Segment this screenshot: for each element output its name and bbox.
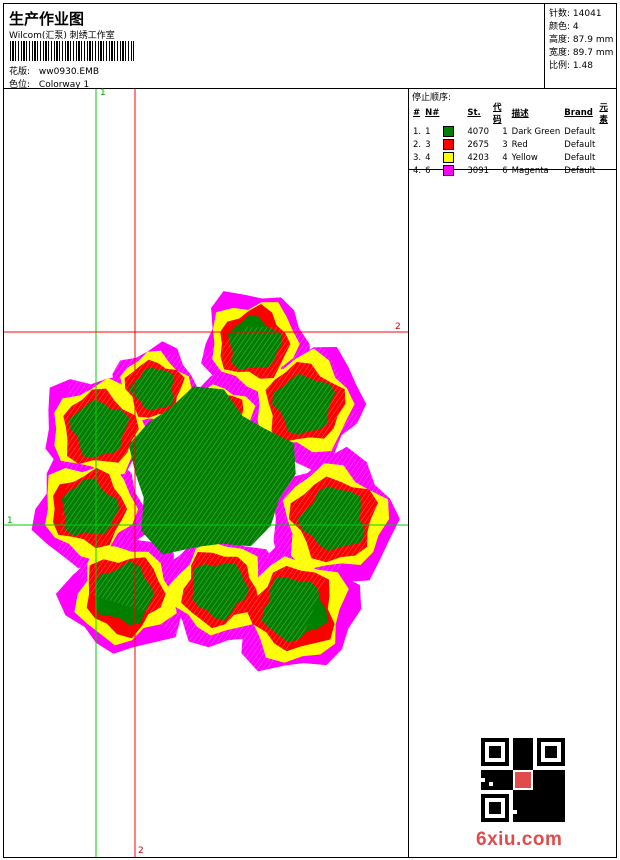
design-file-label: 花版: — [9, 67, 31, 77]
design-file-row: 花版: ww0930.EMB — [9, 64, 99, 77]
cell-swatch — [441, 125, 465, 138]
cell-code: 1 — [502, 126, 508, 137]
cell-swatch — [441, 138, 465, 151]
cell-stitches: 2675 — [467, 139, 490, 150]
cell-description: Dark Green — [511, 126, 561, 137]
cell-brand: Default — [564, 126, 596, 137]
col-needle: N# — [425, 108, 440, 118]
color-swatch — [443, 165, 455, 176]
cell-seq: 1. — [413, 126, 422, 137]
stat-height: 高度: 87.9 mm — [549, 35, 614, 45]
col-element: 元素 — [599, 103, 608, 125]
guide-label-v1: 1 — [100, 88, 106, 98]
guide-label-v2: 2 — [138, 846, 144, 856]
cell-needle: 6 — [425, 165, 431, 176]
page-subtitle: Wilcom(汇泵) 刺绣工作室 — [9, 31, 115, 41]
cell-stitches: 4203 — [467, 152, 490, 163]
stat-colors: 颜色: 4 — [549, 22, 579, 32]
header-panel: 生产作业图 Wilcom(汇泵) 刺绣工作室 花版: ww0930.EMB 色位… — [3, 3, 545, 90]
cell-brand: Default — [564, 139, 596, 150]
cell-seq: 3. — [413, 152, 422, 163]
embroidery-flower-icon — [4, 89, 408, 857]
page-title: 生产作业图 — [9, 10, 85, 28]
color-swatch — [443, 126, 455, 137]
stat-scale: 比例: 1.48 — [549, 61, 593, 71]
table-row: 2. 3 2675 3 Red Default — [411, 138, 616, 151]
cell-brand: Default — [564, 152, 596, 163]
cell-swatch — [441, 164, 465, 177]
cell-needle: 4 — [425, 152, 431, 163]
cell-element — [597, 125, 616, 138]
cell-element — [597, 138, 616, 151]
col-code: 代码 — [493, 103, 502, 125]
cell-element — [597, 151, 616, 164]
cell-swatch — [441, 151, 465, 164]
col-brand: Brand — [564, 108, 593, 118]
cell-seq: 4. — [413, 165, 422, 176]
qr-code-icon — [481, 738, 565, 822]
watermark-text: 6xiu.com — [476, 829, 563, 850]
cell-stitches: 4070 — [467, 126, 490, 137]
table-row: 4. 6 3091 6 Magenta Default — [411, 164, 616, 177]
cell-code: 6 — [502, 165, 508, 176]
cell-description: Red — [511, 139, 528, 150]
cell-brand: Default — [564, 165, 596, 176]
guide-label-h2: 2 — [395, 322, 401, 332]
color-table: # N# St. 代码 描述 Brand 元素 1. 1 4070 1 Dark Gre… — [411, 101, 616, 177]
col-seq: # — [413, 108, 421, 118]
col-stitches: St. — [467, 108, 481, 118]
design-preview-area: 1 2 1 2 — [3, 88, 409, 858]
cell-stitches: 3091 — [467, 165, 490, 176]
stat-stitches: 针数: 14041 — [549, 9, 602, 19]
col-swatch — [441, 101, 465, 125]
design-file-value: ww0930.EMB — [38, 67, 100, 77]
table-row: 3. 4 4203 4 Yellow Default — [411, 151, 616, 164]
color-swatch — [443, 152, 455, 163]
guide-label-h1: 1 — [7, 516, 13, 526]
stop-sequence-panel: 停止顺序: # N# St. 代码 描述 Brand 元素 1. 1 4070 1 Da… — [408, 88, 617, 176]
color-swatch — [443, 139, 455, 150]
stats-panel: 针数: 14041 颜色: 4 高度: 87.9 mm 宽度: 89.7 mm … — [544, 3, 617, 89]
stat-width: 宽度: 89.7 mm — [549, 48, 614, 58]
cell-seq: 2. — [413, 139, 422, 150]
cell-code: 3 — [502, 139, 508, 150]
cell-description: Magenta — [511, 165, 549, 176]
cell-needle: 3 — [425, 139, 431, 150]
cell-needle: 1 — [425, 126, 431, 137]
barcode-icon — [10, 41, 134, 61]
table-row: 1. 1 4070 1 Dark Green Default — [411, 125, 616, 138]
cell-element — [597, 164, 616, 177]
table-header: # N# St. 代码 描述 Brand 元素 — [411, 101, 616, 125]
cell-code: 4 — [502, 152, 508, 163]
col-description: 描述 — [511, 109, 529, 119]
cell-description: Yellow — [511, 152, 538, 163]
